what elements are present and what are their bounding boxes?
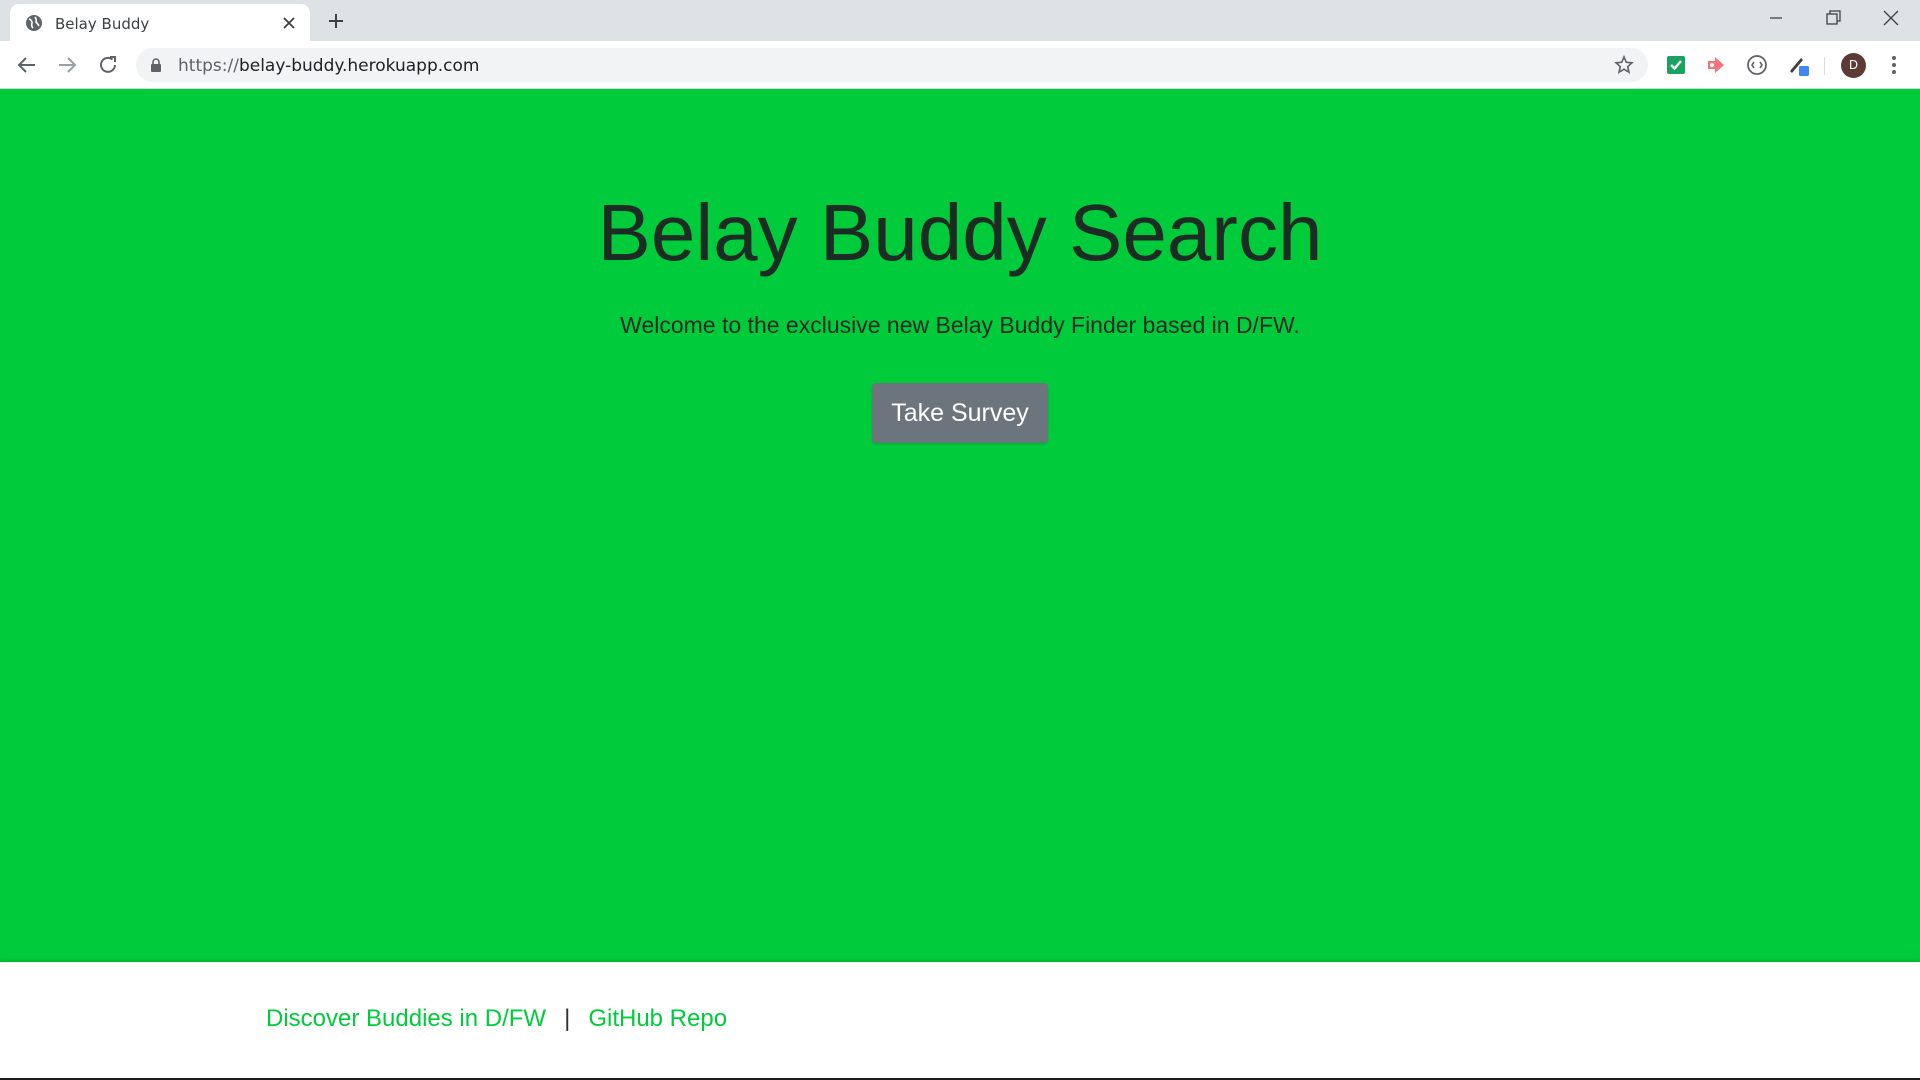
github-repo-link[interactable]: GitHub Repo	[588, 1005, 727, 1032]
restore-icon[interactable]	[1823, 8, 1843, 28]
address-bar[interactable]: https://belay-buddy.herokuapp.com	[136, 48, 1648, 82]
circle-extension-icon[interactable]	[1745, 53, 1769, 77]
star-icon[interactable]	[1614, 55, 1634, 75]
arrow-left-icon[interactable]	[15, 53, 39, 77]
reload-icon[interactable]	[96, 53, 120, 77]
profile-avatar[interactable]: D	[1841, 53, 1866, 78]
hero-lead-text: Welcome to the exclusive new Belay Buddy…	[620, 312, 1300, 338]
kebab-menu-icon[interactable]	[1882, 53, 1906, 77]
page-footer: Discover Buddies in D/FW | GitHub Repo	[0, 962, 1920, 1080]
arrow-right-icon[interactable]	[55, 53, 79, 77]
url-host: belay-buddy.herokuapp.com	[238, 56, 480, 76]
discover-buddies-link[interactable]: Discover Buddies in D/FW	[266, 1005, 546, 1032]
window-close-icon[interactable]	[1881, 8, 1901, 28]
footer-divider: |	[564, 1005, 571, 1032]
take-survey-button[interactable]: Take Survey	[872, 383, 1048, 443]
lock-icon[interactable]	[150, 58, 162, 72]
browser-toolbar: https://belay-buddy.herokuapp.com D	[0, 41, 1920, 89]
globe-icon	[26, 15, 42, 31]
plus-icon[interactable]	[326, 11, 346, 31]
arrow-extension-icon[interactable]	[1704, 53, 1728, 77]
url-scheme: https://	[178, 56, 239, 76]
pen-extension-icon[interactable]	[1787, 53, 1811, 77]
browser-tab[interactable]: Belay Buddy	[10, 4, 310, 41]
close-icon[interactable]	[282, 16, 296, 30]
minimize-icon[interactable]	[1766, 8, 1786, 28]
footer-links: Discover Buddies in D/FW | GitHub Repo	[266, 1005, 727, 1033]
tab-title: Belay Buddy	[55, 15, 150, 33]
browser-tabstrip: Belay Buddy	[0, 0, 1920, 41]
url-text[interactable]: https://belay-buddy.herokuapp.com	[178, 56, 479, 76]
page-title: Belay Buddy Search	[597, 188, 1323, 277]
toolbar-separator	[1824, 57, 1825, 75]
checkmark-extension-icon[interactable]	[1664, 53, 1688, 77]
hero-jumbotron: Belay Buddy Search Welcome to the exclus…	[0, 89, 1920, 962]
